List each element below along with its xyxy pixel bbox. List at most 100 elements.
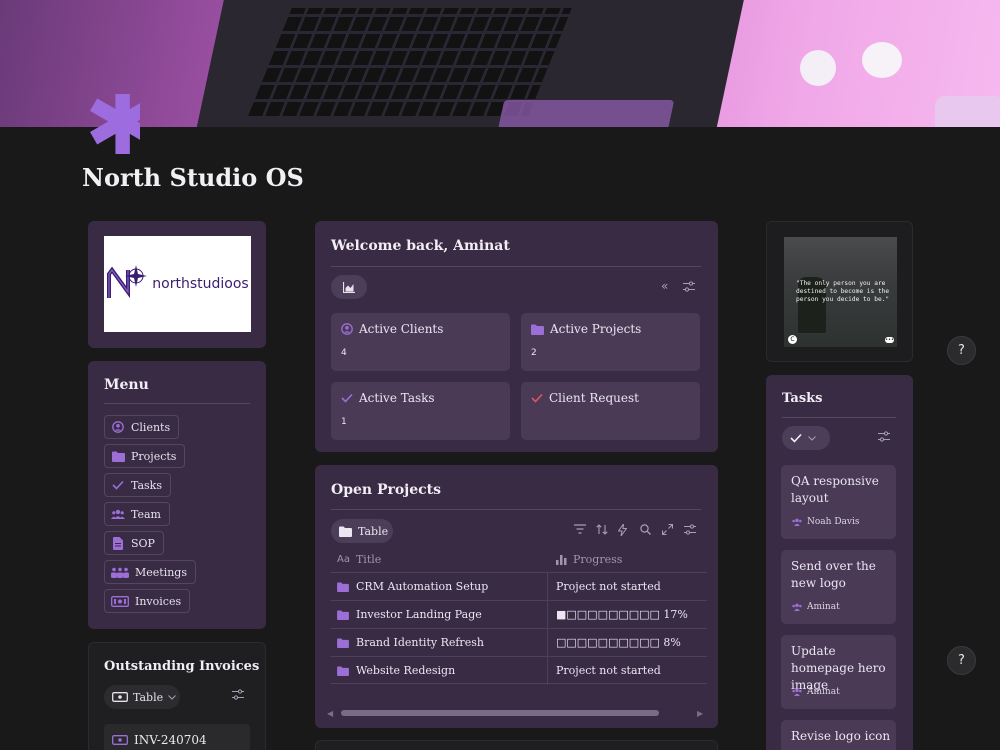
table-row[interactable]: CRM Automation Setup Project not started <box>331 572 707 601</box>
project-progress: □□□□□□□□□□ 8% <box>556 636 681 649</box>
menu-item-label: Clients <box>131 420 171 434</box>
sliders-icon[interactable] <box>684 524 698 535</box>
menu-item-sop[interactable]: SOP <box>104 531 164 555</box>
task-assignee: Noah Davis <box>791 517 859 527</box>
invoices-view-label: Table <box>133 690 164 704</box>
search-icon[interactable] <box>640 524 654 535</box>
horizontal-scrollbar[interactable]: ◀ ▶ <box>327 709 707 718</box>
stat-client-request[interactable]: Client Request <box>521 382 700 440</box>
project-progress: Project not started <box>556 580 661 593</box>
quote-image: "The only person you are destined to bec… <box>784 237 897 347</box>
invoice-row[interactable]: INV-240704 <box>104 724 250 750</box>
menu-item-meetings[interactable]: Meetings <box>104 560 196 584</box>
scroll-right-arrow-icon[interactable]: ▶ <box>697 709 703 718</box>
bar-chart-icon <box>556 554 567 565</box>
logo-card: northstudioos <box>88 221 266 348</box>
check-icon <box>341 393 353 403</box>
check-icon <box>531 393 543 403</box>
table-row[interactable]: Investor Landing Page ■□□□□□□□□□ 17% <box>331 600 707 629</box>
stat-active-clients[interactable]: Active Clients 4 <box>331 313 510 371</box>
stat-value: 2 <box>531 348 537 358</box>
brand-logo: northstudioos <box>104 236 251 332</box>
stat-label-row: Active Projects <box>531 322 641 336</box>
task-card[interactable]: Update homepage hero image Aminat <box>781 635 896 709</box>
cover-image <box>0 0 1000 127</box>
divider <box>782 417 896 418</box>
task-assignee-name: Aminat <box>807 687 840 697</box>
filter-icon[interactable] <box>574 524 588 534</box>
divider <box>104 403 250 404</box>
column-header-label: Title <box>355 553 382 566</box>
folder-icon <box>531 324 544 335</box>
invoice-icon <box>112 733 128 747</box>
menu-item-clients[interactable]: Clients <box>104 415 180 439</box>
project-title-cell: Website Redesign <box>337 664 455 677</box>
sliders-icon[interactable] <box>683 281 695 292</box>
tasks-view-selector[interactable] <box>782 426 830 450</box>
team-icon <box>111 507 125 521</box>
chart-icon <box>343 281 355 293</box>
project-progress: Project not started <box>556 664 661 677</box>
tasks-card: Tasks QA responsive layout Noah Davis Se… <box>766 375 913 750</box>
expand-icon[interactable] <box>662 524 676 535</box>
invoices-view-selector[interactable]: Table <box>104 685 180 709</box>
sliders-icon[interactable] <box>232 689 244 700</box>
menu-item-label: SOP <box>131 536 155 550</box>
column-header-title[interactable]: Aa Title <box>337 553 381 566</box>
column-header-label: Progress <box>573 553 623 566</box>
team-icon <box>791 603 803 611</box>
stat-label: Client Request <box>549 391 639 405</box>
stat-label: Active Tasks <box>359 391 435 405</box>
table-row[interactable]: Website Redesign Project not started <box>331 656 707 685</box>
column-header-progress[interactable]: Progress <box>556 553 622 566</box>
menu-item-label: Invoices <box>135 594 182 608</box>
table-row[interactable]: Brand Identity Refresh □□□□□□□□□□ 8% <box>331 628 707 657</box>
projects-title: Open Projects <box>331 482 442 498</box>
cover-trackpad <box>495 100 675 127</box>
folder-icon <box>111 449 125 463</box>
menu-item-label: Projects <box>131 449 177 463</box>
task-card[interactable]: Revise logo icon <box>781 720 896 750</box>
stat-active-tasks[interactable]: Active Tasks 1 <box>331 382 510 440</box>
document-icon <box>111 536 125 550</box>
divider <box>331 266 701 267</box>
menu-title: Menu <box>104 377 149 393</box>
invoice-id: INV-240704 <box>134 733 207 747</box>
stat-label-row: Active Clients <box>341 322 443 336</box>
scrollbar-thumb[interactable] <box>341 710 659 716</box>
cover-earbud <box>800 50 836 86</box>
project-title: Website Redesign <box>356 664 456 677</box>
projects-view-label: Table <box>358 524 389 538</box>
collapse-icon[interactable]: « <box>661 279 668 293</box>
sliders-icon[interactable] <box>878 431 890 442</box>
invoice-icon <box>112 690 128 704</box>
welcome-title: Welcome back, Aminat <box>331 238 510 254</box>
chart-view-button[interactable] <box>331 275 367 299</box>
task-assignee-name: Aminat <box>807 602 840 612</box>
cover-case <box>935 96 1000 127</box>
outstanding-invoices-card: Outstanding Invoices Table INV-240704 <box>88 642 266 750</box>
stat-active-projects[interactable]: Active Projects 2 <box>521 313 700 371</box>
task-card[interactable]: Send over the new logo Aminat <box>781 550 896 624</box>
folder-icon <box>339 526 352 537</box>
quote-text: "The only person you are destined to bec… <box>796 280 890 303</box>
menu-item-projects[interactable]: Projects <box>104 444 186 468</box>
projects-view-tab[interactable]: Table <box>331 519 393 543</box>
user-circle-icon <box>111 420 125 434</box>
user-circle-icon <box>341 323 353 335</box>
help-button[interactable]: ? <box>947 336 976 365</box>
menu-item-team[interactable]: Team <box>104 502 170 526</box>
task-assignee: Aminat <box>791 602 840 612</box>
menu-item-invoices[interactable]: Invoices <box>104 589 191 613</box>
logo-text: northstudioos <box>152 276 249 292</box>
chevron-down-icon <box>168 694 176 700</box>
quote-logo-icon: C <box>788 335 797 344</box>
scroll-left-arrow-icon[interactable]: ◀ <box>327 709 333 718</box>
automation-icon[interactable] <box>618 524 632 536</box>
sort-icon[interactable] <box>596 524 610 535</box>
quote-more-icon: ••• <box>885 337 894 343</box>
menu-item-tasks[interactable]: Tasks <box>104 473 171 497</box>
task-card[interactable]: QA responsive layout Noah Davis <box>781 465 896 539</box>
help-button[interactable]: ? <box>947 646 976 675</box>
folder-icon <box>337 665 349 676</box>
